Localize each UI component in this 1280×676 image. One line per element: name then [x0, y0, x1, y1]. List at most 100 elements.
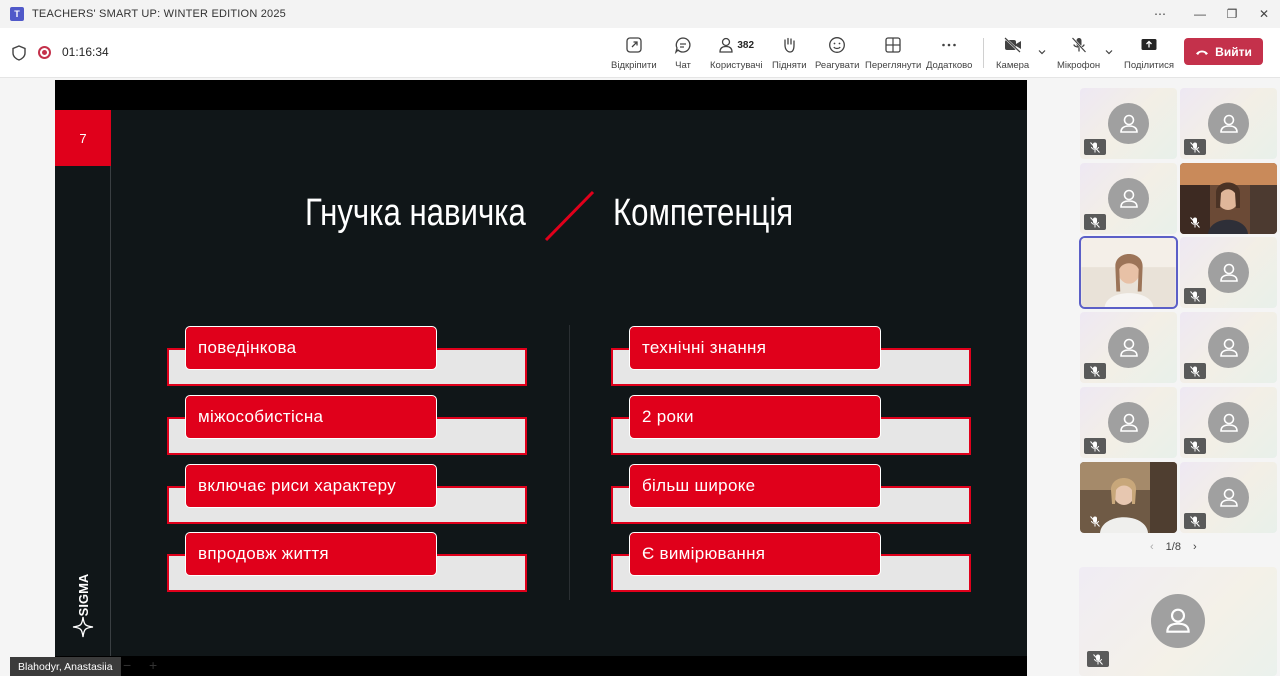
column-divider	[569, 325, 570, 600]
more-dots-icon	[942, 43, 956, 47]
participant-video-tile[interactable]	[1180, 163, 1277, 234]
popout-label: Відкріпити	[611, 60, 657, 71]
participant-tile[interactable]	[1080, 88, 1177, 159]
camera-button[interactable]: Камера	[996, 34, 1029, 74]
muted-mic-icon	[1084, 438, 1106, 454]
item-label: більш широке	[629, 464, 881, 508]
avatar	[1208, 477, 1249, 518]
microphone-options-chevron-icon[interactable]	[1105, 48, 1113, 56]
list-item: поведінкова	[167, 326, 527, 390]
zoom-out-button[interactable]: −	[123, 657, 131, 673]
pager-indicator: 1/8	[1165, 541, 1181, 553]
people-icon	[719, 37, 734, 53]
react-label: Реагувати	[815, 60, 860, 71]
list-item: Є вимірювання	[611, 532, 971, 596]
participant-count: 382	[737, 39, 755, 51]
list-item: включає риси характеру	[167, 464, 527, 528]
muted-mic-icon	[1184, 214, 1206, 230]
meeting-timer: 01:16:34	[62, 45, 109, 59]
grid-view-icon	[885, 37, 901, 53]
muted-mic-icon	[1184, 288, 1206, 304]
title-slash-divider	[544, 190, 595, 242]
list-item: міжособистісна	[167, 395, 527, 459]
avatar	[1151, 594, 1205, 648]
list-item: впродовж життя	[167, 532, 527, 596]
muted-mic-icon	[1087, 651, 1109, 667]
leave-button[interactable]: Вийти	[1184, 38, 1263, 65]
active-speaker-tile[interactable]	[1079, 236, 1178, 309]
more-options-icon[interactable]: ⋯	[1142, 0, 1178, 28]
view-label: Переглянути	[865, 60, 922, 71]
muted-mic-icon	[1184, 139, 1206, 155]
react-button[interactable]: Реагувати	[815, 34, 859, 74]
toolbar-separator	[983, 38, 984, 68]
item-label: поведінкова	[185, 326, 437, 370]
microphone-label: Мікрофон	[1057, 60, 1101, 71]
chat-button[interactable]: Чат	[674, 34, 692, 74]
people-button[interactable]: 382 Користувачі	[710, 34, 762, 74]
participant-tile[interactable]	[1080, 163, 1177, 234]
muted-mic-icon	[1184, 513, 1206, 529]
self-view-tile[interactable]	[1079, 567, 1277, 676]
person-icon	[1119, 413, 1138, 432]
microphone-off-icon	[1071, 37, 1086, 53]
restore-icon[interactable]: ❐	[1216, 0, 1248, 28]
zoom-in-button[interactable]: +	[149, 657, 157, 673]
window-titlebar: T TEACHERS' SMART UP: WINTER EDITION 202…	[0, 0, 1280, 28]
pager-next-icon[interactable]: ›	[1193, 541, 1197, 553]
share-button[interactable]: Поділитися	[1124, 34, 1174, 74]
avatar	[1108, 103, 1149, 144]
avatar	[1208, 402, 1249, 443]
participant-tile[interactable]	[1180, 312, 1277, 383]
shared-content-stage: 7 SIGMA Гнучка навичка Компетенція повед…	[0, 78, 1070, 676]
item-label: Є вимірювання	[629, 532, 881, 576]
person-icon	[1219, 263, 1238, 282]
raise-hand-label: Підняти	[772, 60, 807, 71]
raise-hand-icon	[784, 37, 795, 53]
share-screen-icon	[1141, 39, 1157, 50]
camera-options-chevron-icon[interactable]	[1038, 48, 1046, 56]
share-label: Поділитися	[1124, 60, 1174, 71]
smiley-icon	[829, 37, 846, 53]
avatar	[1208, 103, 1249, 144]
people-label: Користувачі	[710, 60, 763, 71]
gallery-pager: ‹ 1/8 ›	[1150, 541, 1197, 553]
participant-video	[1081, 238, 1176, 307]
view-button[interactable]: Переглянути	[865, 34, 921, 74]
muted-mic-icon	[1184, 438, 1206, 454]
avatar	[1108, 178, 1149, 219]
shield-icon	[12, 45, 26, 61]
window-title: TEACHERS' SMART UP: WINTER EDITION 2025	[32, 8, 286, 20]
phone-hangup-icon	[1196, 50, 1209, 55]
person-icon	[1119, 189, 1138, 208]
participant-tile[interactable]	[1080, 312, 1177, 383]
participant-tile[interactable]	[1180, 387, 1277, 458]
participant-video-tile[interactable]	[1080, 462, 1177, 533]
more-label: Додатково	[926, 60, 973, 71]
raise-hand-button[interactable]: Підняти	[772, 34, 807, 74]
participant-tile[interactable]	[1180, 237, 1277, 308]
muted-mic-icon	[1084, 139, 1106, 155]
popout-button[interactable]: Відкріпити	[611, 34, 657, 74]
participant-tile[interactable]	[1180, 462, 1277, 533]
pager-prev-icon[interactable]: ‹	[1150, 541, 1154, 553]
list-item: технічні знання	[611, 326, 971, 390]
slide-left-band: 7 SIGMA	[55, 110, 111, 656]
list-item: більш широке	[611, 464, 971, 528]
item-label: 2 роки	[629, 395, 881, 439]
presentation-slide: 7 SIGMA Гнучка навичка Компетенція повед…	[55, 80, 1027, 676]
avatar	[1108, 402, 1149, 443]
microphone-button[interactable]: Мікрофон	[1057, 34, 1100, 74]
recording-icon	[38, 46, 51, 59]
participant-tile[interactable]	[1080, 387, 1177, 458]
participant-tile[interactable]	[1180, 88, 1277, 159]
meeting-toolbar: 01:16:34 Відкріпити Чат 382 Користувачі …	[0, 28, 1280, 78]
close-icon[interactable]: ✕	[1248, 0, 1280, 28]
more-button[interactable]: Додатково	[926, 34, 972, 74]
item-label: технічні знання	[629, 326, 881, 370]
teams-app-icon: T	[10, 7, 24, 21]
minimize-icon[interactable]: —	[1184, 0, 1216, 28]
svg-text:SIGMA: SIGMA	[76, 573, 91, 616]
slide-title-left: Гнучка навичка	[305, 192, 526, 234]
list-item: 2 роки	[611, 395, 971, 459]
